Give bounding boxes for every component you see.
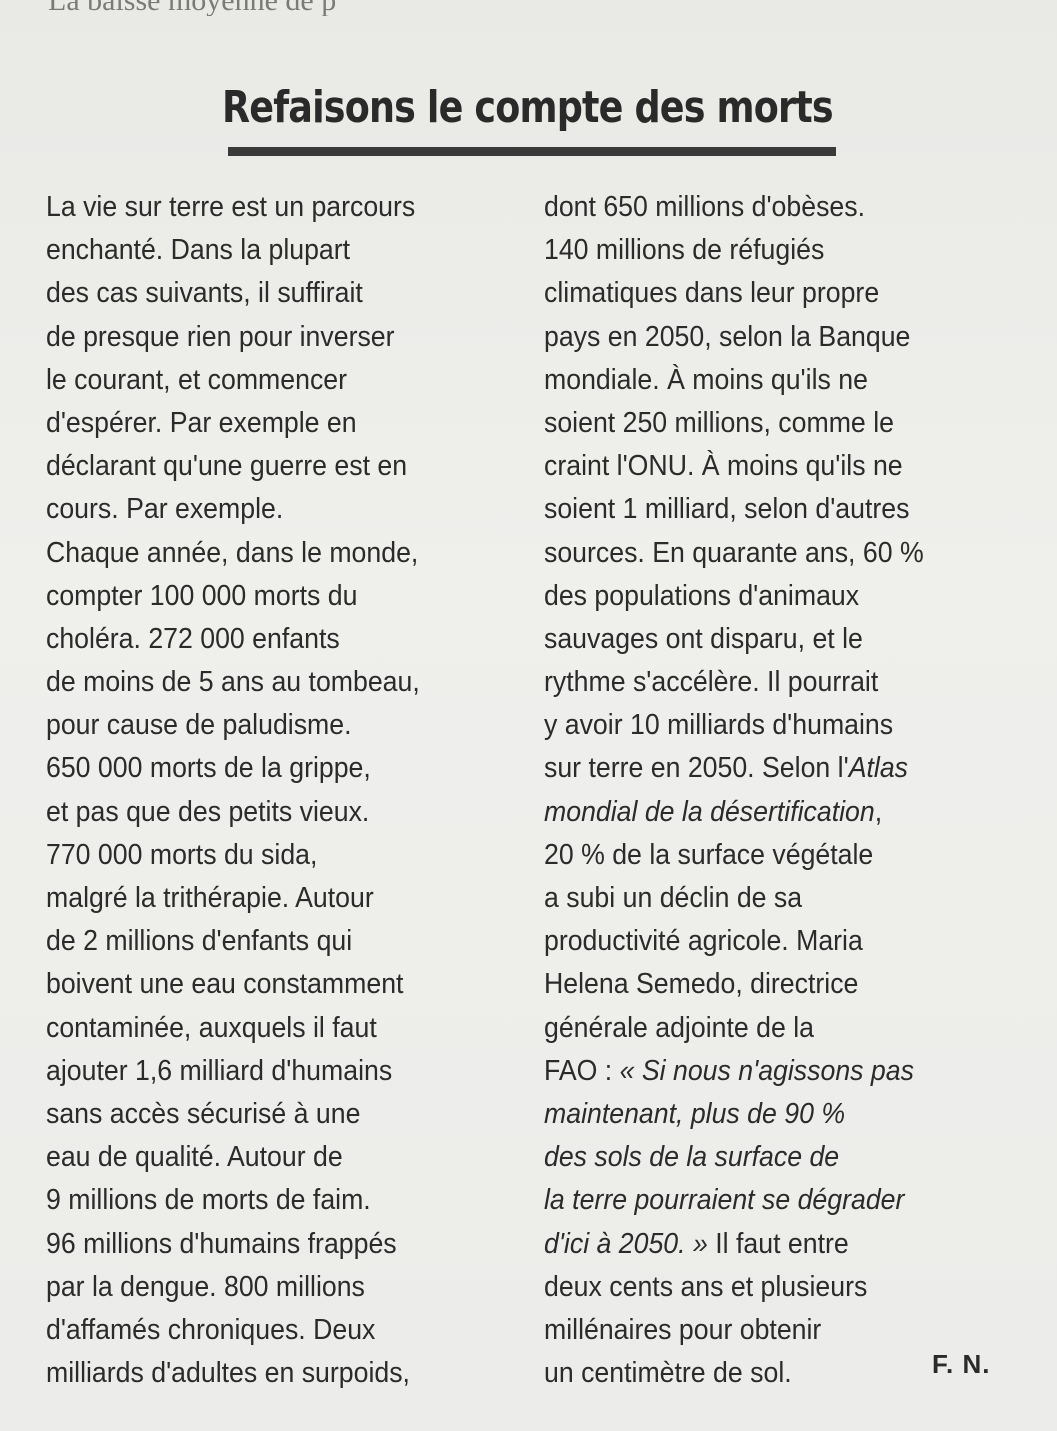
article-text-line: malgré la trithérapie. Autour <box>46 882 374 914</box>
article-text-line: déclarant qu'une guerre est en <box>46 450 408 483</box>
article-text-line: compter 100 000 morts du <box>46 579 358 612</box>
article-text-line: soient 250 millions, comme le <box>544 402 1004 445</box>
article-text-line: de moins de 5 ans au tombeau, <box>46 666 420 699</box>
article-text-line: sur terre en 2050. Selon l'Atlas <box>544 747 1004 790</box>
line-text: productivité agricole. Maria <box>544 925 863 958</box>
article-text-line: enchanté. Dans la plupart <box>46 234 351 267</box>
article-text-line: choléra. 272 000 enfants <box>46 622 340 655</box>
article-text-line: pays en 2050, selon la Banque <box>544 316 1004 359</box>
newspaper-page: La baisse moyenne de p Refaisons le comp… <box>0 0 1057 1431</box>
author-signature: F. N. <box>932 1349 991 1379</box>
line-text: , <box>874 795 883 828</box>
article-text-line: Helena Semedo, directrice <box>544 963 1004 1006</box>
article-text-line: pour cause de paludisme. <box>46 709 352 742</box>
line-text: 140 millions de réfugiés <box>544 234 825 267</box>
article-text-line: des cas suivants, il suffirait <box>46 277 363 310</box>
article-text-line: sauvages ont disparu, et le <box>544 618 1004 661</box>
article-text-line: de 2 millions d'enfants qui <box>46 925 353 958</box>
line-text: mondiale. À moins qu'ils ne <box>544 363 868 396</box>
article-text-line: générale adjointe de la <box>544 1007 1004 1050</box>
article-text-line: soient 1 milliard, selon d'autres <box>544 488 1004 531</box>
article-text-line: climatiques dans leur propre <box>544 272 1004 315</box>
line-text: sources. En quarante ans, 60 % <box>544 536 924 569</box>
article-text-line: ajouter 1,6 milliard d'humains <box>46 1054 393 1087</box>
article-text-line: rythme s'accélère. Il pourrait <box>544 661 1004 704</box>
article-text-line: d'affamés chroniques. Deux <box>46 1313 376 1346</box>
article-text-line: cours. Par exemple. <box>46 493 284 526</box>
line-italic-text: Atlas <box>848 752 909 785</box>
line-text: FAO : <box>544 1054 620 1087</box>
line-italic-text: maintenant, plus de 90 % <box>544 1097 846 1130</box>
line-text: des populations d'animaux <box>544 579 860 612</box>
article-text-line: dont 650 millions d'obèses. <box>544 186 1004 229</box>
line-text: sur terre en 2050. Selon l' <box>544 752 849 785</box>
headline-underline-rule <box>228 147 836 156</box>
article-text-line: le courant, et commencer <box>46 363 348 396</box>
line-text: craint l'ONU. À moins qu'ils ne <box>544 450 903 483</box>
article-text-line: sources. En quarante ans, 60 % <box>544 532 1004 575</box>
article-text-line: milliards d'adultes en surpoids, <box>46 1357 410 1390</box>
line-text: soient 1 milliard, selon d'autres <box>544 493 910 526</box>
article-text-line: y avoir 10 milliards d'humains <box>544 704 1004 747</box>
cropped-previous-headline: La baisse moyenne de p <box>48 0 608 16</box>
article-text-line: de presque rien pour inverser <box>46 320 395 353</box>
article-text-line: 20 % de la surface végétale <box>544 834 1004 877</box>
line-text: rythme s'accélère. Il pourrait <box>544 666 879 699</box>
line-italic-text: mondial de la désertification <box>544 795 875 828</box>
article-text-line: 650 000 morts de la grippe, <box>46 752 371 785</box>
article-text-line: et pas que des petits vieux. <box>46 795 370 828</box>
line-text: générale adjointe de la <box>544 1011 814 1044</box>
article-text-line: 9 millions de morts de faim. <box>46 1184 371 1217</box>
article-text-line: des sols de la surface de <box>544 1136 1004 1179</box>
article-text-line: La vie sur terre est un parcours <box>46 191 416 223</box>
article-headline: Refaisons le compte des morts <box>222 82 834 133</box>
line-text: Helena Semedo, directrice <box>544 968 859 1001</box>
line-text: dont 650 millions d'obèses. <box>544 191 866 223</box>
article-column-right: dont 650 millions d'obèses. 140 millions … <box>544 186 1044 1395</box>
line-text: un centimètre de sol. <box>544 1357 792 1390</box>
article-text-line: 140 millions de réfugiés <box>544 229 1004 272</box>
article-text-line: productivité agricole. Maria <box>544 920 1004 963</box>
line-text: Il faut entre <box>707 1227 849 1260</box>
article-text-line: d'ici à 2050. » Il faut entre <box>544 1223 1004 1266</box>
article-text-line: 96 millions d'humains frappés <box>46 1227 397 1260</box>
article-column-left: La vie sur terre est un parcours enchanté… <box>46 186 546 1395</box>
article-text-line: craint l'ONU. À moins qu'ils ne <box>544 445 1004 488</box>
line-italic-text: d'ici à 2050. » <box>544 1227 708 1260</box>
article-text-line: la terre pourraient se dégrader <box>544 1179 1004 1222</box>
line-text: a subi un déclin de sa <box>544 882 803 914</box>
article-text-line: d'espérer. Par exemple en <box>46 406 357 439</box>
line-italic-text: « Si nous n'agissons pas <box>619 1054 914 1087</box>
line-text: climatiques dans leur propre <box>544 277 880 310</box>
line-text: sauvages ont disparu, et le <box>544 622 863 655</box>
article-text-line: a subi un déclin de sa <box>544 877 1004 920</box>
line-text: soient 250 millions, comme le <box>544 406 894 439</box>
line-italic-text: des sols de la surface de <box>544 1141 840 1174</box>
article-text-line: par la dengue. 800 millions <box>46 1270 365 1303</box>
article-text-line: des populations d'animaux <box>544 575 1004 618</box>
article-text-line: deux cents ans et plusieurs <box>544 1266 1004 1309</box>
article-text-line: mondiale. À moins qu'ils ne <box>544 359 1004 402</box>
line-text: 20 % de la surface végétale <box>544 838 874 871</box>
article-text-line: boivent une eau constamment <box>46 968 404 1001</box>
article-text-line: sans accès sécurisé à une <box>46 1097 361 1130</box>
article-text-line: eau de qualité. Autour de <box>46 1141 343 1174</box>
article-text-line: FAO : « Si nous n'agissons pas <box>544 1050 1004 1093</box>
article-text-line: maintenant, plus de 90 % <box>544 1093 1004 1136</box>
line-text: deux cents ans et plusieurs <box>544 1270 868 1303</box>
article-text-line: 770 000 morts du sida, <box>46 838 318 871</box>
article-text-line: mondial de la désertification, <box>544 791 1004 834</box>
article-text-line: Chaque année, dans le monde, <box>46 536 419 569</box>
line-text: y avoir 10 milliards d'humains <box>544 709 894 742</box>
line-text: pays en 2050, selon la Banque <box>544 320 911 353</box>
line-text: millénaires pour obtenir <box>544 1313 822 1346</box>
line-italic-text: la terre pourraient se dégrader <box>544 1184 905 1217</box>
article-text-line: contaminée, auxquels il faut <box>46 1011 377 1044</box>
